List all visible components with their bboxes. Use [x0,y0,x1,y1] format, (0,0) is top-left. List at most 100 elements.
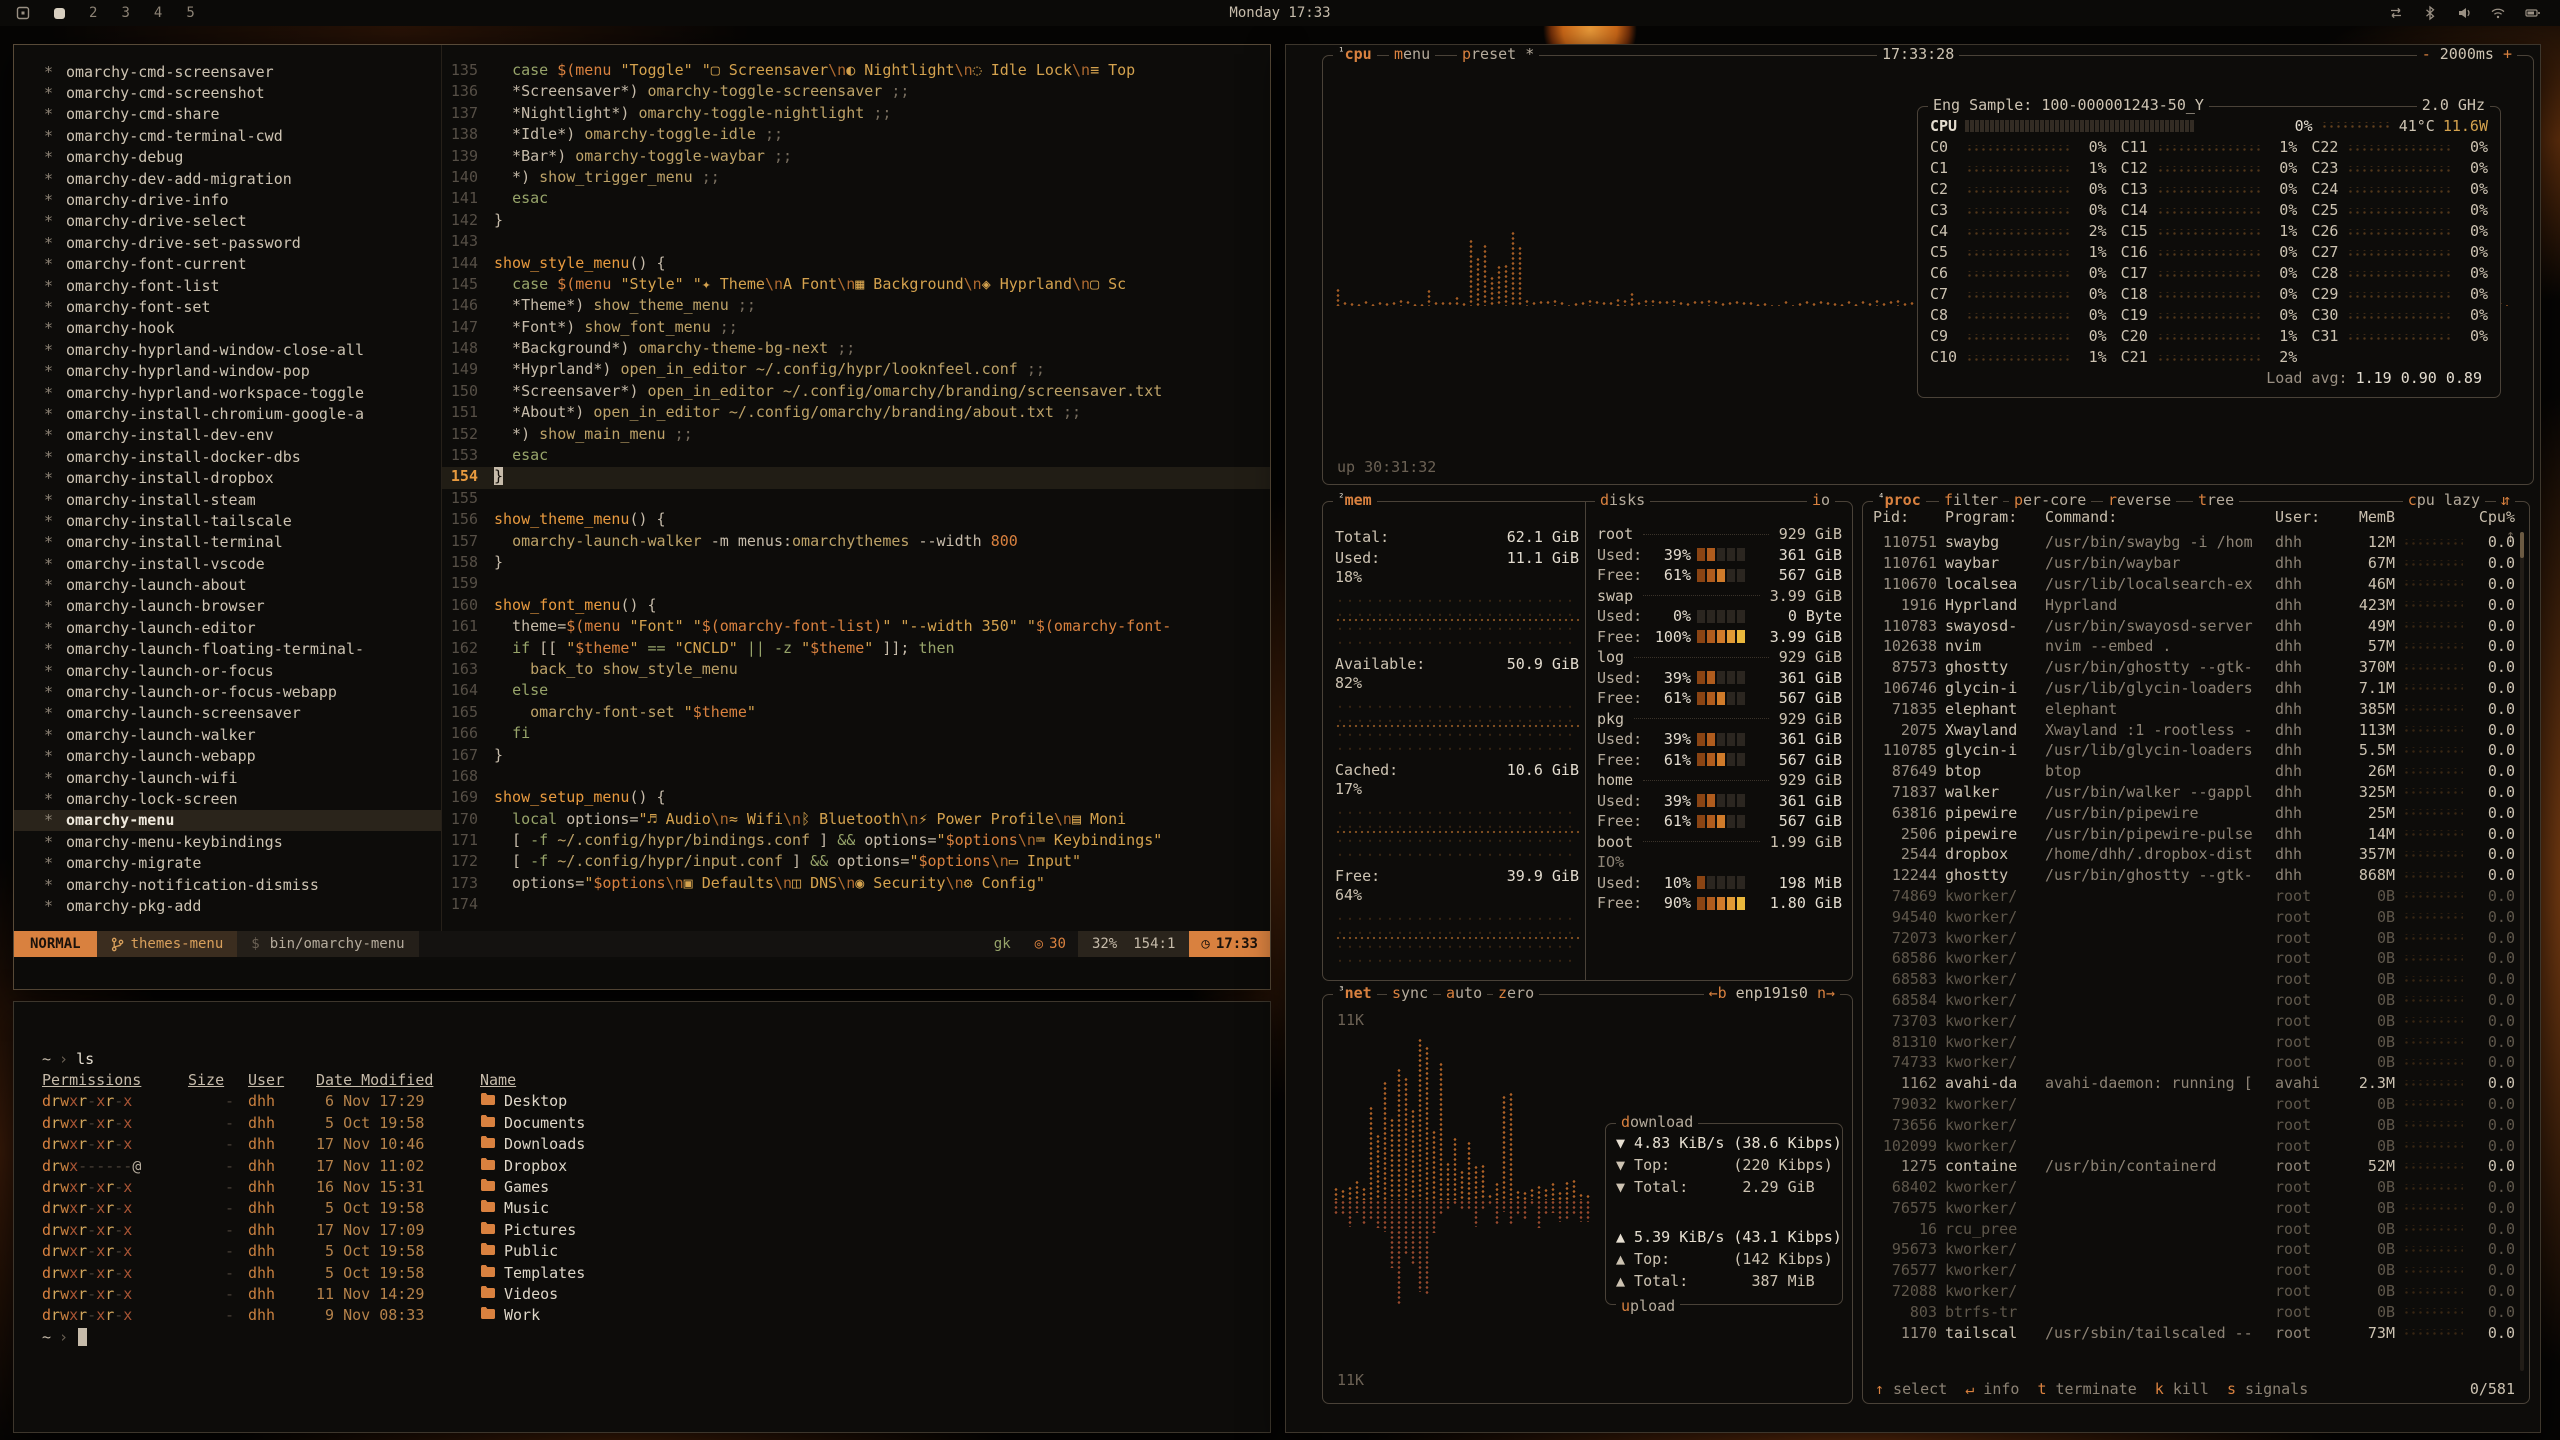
code-line[interactable]: 142} [442,211,1270,232]
process-row[interactable]: 95673kworker/root0B0.0 [1873,1239,2515,1260]
dir-name[interactable]: Downloads [480,1135,1270,1153]
file-item[interactable]: *omarchy-menu [14,810,441,831]
code-line[interactable]: 171 [ -f ~/.config/hypr/bindings.conf ] … [442,831,1270,852]
file-item[interactable]: *omarchy-launch-about [14,574,441,595]
code-line[interactable]: 174 [442,895,1270,916]
code-line[interactable]: 158} [442,553,1270,574]
file-item[interactable]: *omarchy-cmd-screenshot [14,82,441,103]
file-item[interactable]: *omarchy-install-chromium-google-a [14,403,441,424]
proc-key-hint[interactable]: k kill [2155,1380,2209,1398]
file-item[interactable]: *omarchy-launch-editor [14,617,441,638]
process-row[interactable]: 1162avahi-daavahi-daemon: running [avahi… [1873,1073,2515,1094]
process-row[interactable]: 2544dropbox/home/dhh/.dropbox-distdhh357… [1873,844,2515,865]
file-item[interactable]: *omarchy-font-set [14,296,441,317]
dir-name[interactable]: Games [480,1178,1270,1196]
code-line[interactable]: 144show_style_menu() { [442,254,1270,275]
process-row[interactable]: 12244ghostty/usr/bin/ghostty --gtk-dhh86… [1873,865,2515,886]
process-row[interactable]: 2075XwaylandXwayland :1 -rootless -dhh11… [1873,719,2515,740]
proc-per-core-toggle[interactable]: per-core [2009,491,2091,509]
code-line[interactable]: 141 esac [442,189,1270,210]
file-item[interactable]: *omarchy-launch-wifi [14,767,441,788]
code-line[interactable]: 160show_font_menu() { [442,596,1270,617]
file-item[interactable]: *omarchy-install-dropbox [14,467,441,488]
dir-name[interactable]: Documents [480,1114,1270,1132]
file-item[interactable]: *omarchy-launch-or-focus [14,660,441,681]
code-line[interactable]: 162 if [[ "$theme" == "CNCLD" || -z "$th… [442,639,1270,660]
wifi-icon[interactable] [2490,5,2506,21]
net-auto-toggle[interactable]: auto [1441,984,1487,1002]
code-line[interactable]: 139 *Bar*) omarchy-toggle-waybar ;; [442,147,1270,168]
code-line[interactable]: 155 [442,489,1270,510]
process-row[interactable]: 803btrfs-trroot0B0.0 [1873,1301,2515,1322]
workspace-3[interactable]: 3 [121,5,129,21]
file-item[interactable]: *omarchy-install-docker-dbs [14,446,441,467]
process-row[interactable]: 1916HyprlandHyprlanddhh423M0.0 [1873,594,2515,615]
process-row[interactable]: 1170tailscal/usr/sbin/tailscaled --root7… [1873,1322,2515,1343]
code-line[interactable]: 136 *Screensaver*) omarchy-toggle-screen… [442,82,1270,103]
dir-name[interactable]: Pictures [480,1221,1270,1239]
process-row[interactable]: 2506pipewire/usr/bin/pipewire-pulsedhh14… [1873,823,2515,844]
code-line[interactable]: 173 options="$options\n▣ Defaults\n◫ DNS… [442,874,1270,895]
process-row[interactable]: 79032kworker/root0B0.0 [1873,1094,2515,1115]
process-row[interactable]: 106746glycin-i/usr/lib/glycin-loadersdhh… [1873,678,2515,699]
file-item[interactable]: *omarchy-menu-keybindings [14,831,441,852]
process-row[interactable]: 71835elephantelephantdhh385M0.0 [1873,698,2515,719]
code-line[interactable]: 164 else [442,681,1270,702]
code-line[interactable]: 163 back_to show_style_menu [442,660,1270,681]
net-zero-toggle[interactable]: zero [1493,984,1539,1002]
process-row[interactable]: 73703kworker/root0B0.0 [1873,1010,2515,1031]
code-line[interactable]: 161 theme=$(menu "Font" "$(omarchy-font-… [442,617,1270,638]
dir-name[interactable]: Work [480,1306,1270,1324]
shell-prompt-input[interactable]: ~› [42,1326,1270,1347]
process-row[interactable]: 72088kworker/root0B0.0 [1873,1281,2515,1302]
file-item[interactable]: *omarchy-hook [14,318,441,339]
proc-key-hint[interactable]: ↵ info [1965,1380,2019,1398]
file-item[interactable]: *omarchy-hyprland-window-pop [14,360,441,381]
code-line[interactable]: 157 omarchy-launch-walker -m menus:omarc… [442,532,1270,553]
code-line[interactable]: 168 [442,767,1270,788]
code-line[interactable]: 153 esac [442,446,1270,467]
refresh-interval-control[interactable]: - 2000ms + [2417,45,2517,63]
process-row[interactable]: 74869kworker/root0B0.0 [1873,886,2515,907]
code-line[interactable]: 172 [ -f ~/.config/hypr/input.conf ] && … [442,852,1270,873]
code-line[interactable]: 143 [442,232,1270,253]
file-item[interactable]: *omarchy-launch-or-focus-webapp [14,681,441,702]
file-item[interactable]: *omarchy-hyprland-workspace-toggle [14,382,441,403]
code-line[interactable]: 167} [442,746,1270,767]
workspace-4[interactable]: 4 [154,5,162,21]
process-row[interactable]: 74733kworker/root0B0.0 [1873,1052,2515,1073]
io-toggle[interactable]: io [1807,491,1835,509]
process-row[interactable]: 68586kworker/root0B0.0 [1873,948,2515,969]
process-row[interactable]: 94540kworker/root0B0.0 [1873,906,2515,927]
process-row[interactable]: 110670localsea/usr/lib/localsearch-exdhh… [1873,574,2515,595]
arrows-swap-icon[interactable] [2388,5,2404,21]
file-item[interactable]: *omarchy-cmd-screensaver [14,61,441,82]
file-item[interactable]: *omarchy-cmd-share [14,104,441,125]
disks-toggle[interactable]: disks [1595,491,1650,509]
code-line[interactable]: 138 *Idle*) omarchy-toggle-idle ;; [442,125,1270,146]
file-item[interactable]: *omarchy-lock-screen [14,788,441,809]
file-item[interactable]: *omarchy-drive-select [14,211,441,232]
code-line[interactable]: 145 case $(menu "Style" "✦ Theme\nA Font… [442,275,1270,296]
file-item[interactable]: *omarchy-notification-dismiss [14,874,441,895]
file-item[interactable]: *omarchy-launch-webapp [14,746,441,767]
process-row[interactable]: 81310kworker/root0B0.0 [1873,1031,2515,1052]
proc-tree-toggle[interactable]: tree [2193,491,2239,509]
process-row[interactable]: 102099kworker/root0B0.0 [1873,1135,2515,1156]
file-item[interactable]: *omarchy-install-vscode [14,553,441,574]
process-row[interactable]: 110783swayosd-/usr/bin/swayosd-serverdhh… [1873,615,2515,636]
process-row[interactable]: 73656kworker/root0B0.0 [1873,1114,2515,1135]
process-row[interactable]: 1275containe/usr/bin/containerdroot52M0.… [1873,1156,2515,1177]
dir-name[interactable]: Music [480,1199,1270,1217]
process-row[interactable]: 87649btopbtopdhh26M0.0 [1873,761,2515,782]
process-row[interactable]: 110785glycin-i/usr/lib/glycin-loadersdhh… [1873,740,2515,761]
bluetooth-icon[interactable] [2422,5,2438,21]
file-item[interactable]: *omarchy-install-steam [14,489,441,510]
code-line[interactable]: 156show_theme_menu() { [442,510,1270,531]
file-item[interactable]: *omarchy-install-tailscale [14,510,441,531]
proc-key-hint[interactable]: ↑ select [1875,1380,1947,1398]
file-item[interactable]: *omarchy-cmd-terminal-cwd [14,125,441,146]
code-line[interactable]: 151 *About*) open_in_editor ~/.config/om… [442,403,1270,424]
file-item[interactable]: *omarchy-launch-floating-terminal- [14,639,441,660]
proc-reverse-toggle[interactable]: reverse [2103,491,2176,509]
